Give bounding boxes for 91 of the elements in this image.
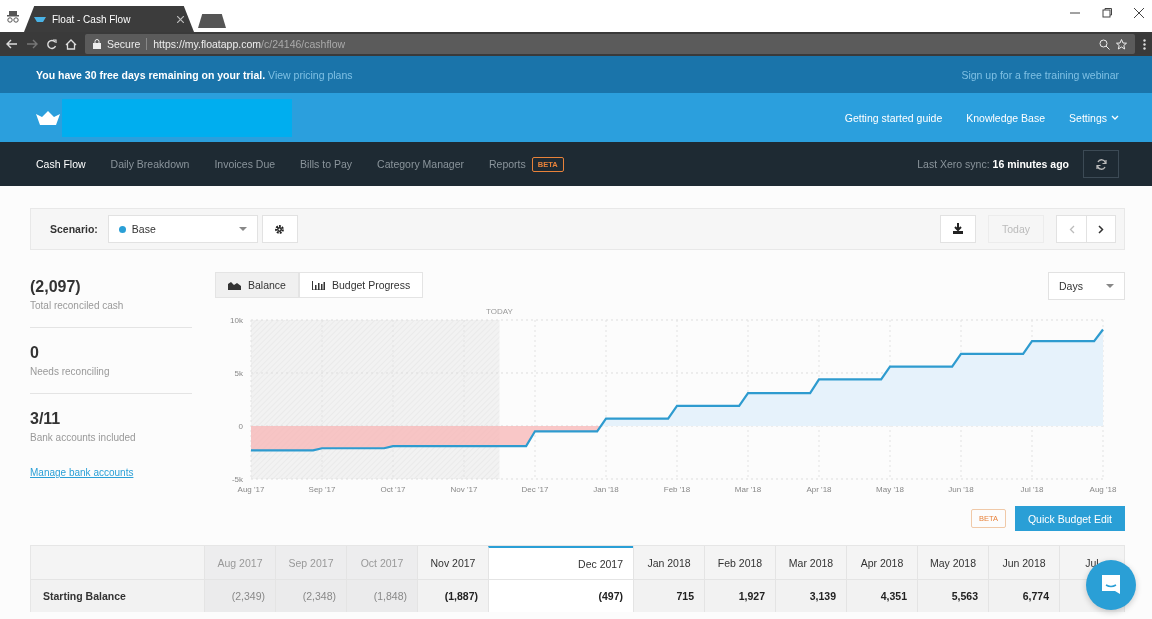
x-axis-label: Aug '17 xyxy=(237,485,265,494)
y-axis-label: -5k xyxy=(231,475,243,484)
today-label: TODAY xyxy=(486,307,513,316)
column-header[interactable]: Nov 2017 xyxy=(417,546,488,579)
star-icon[interactable] xyxy=(1116,38,1127,50)
chevron-left-icon xyxy=(1068,224,1075,234)
download-icon xyxy=(952,223,964,235)
url-text: https://my.floatapp.com/c/24146/cashflow xyxy=(146,38,346,50)
table-cell: 1,927 xyxy=(704,579,775,612)
stat-label: Bank accounts included xyxy=(30,432,137,443)
home-icon[interactable] xyxy=(65,38,77,50)
address-bar[interactable]: Secure https://my.floatapp.com/c/24146/cashflow xyxy=(85,34,1135,54)
table-cell: (1,848) xyxy=(346,579,417,612)
scenario-select[interactable]: Base xyxy=(107,215,258,243)
lock-icon xyxy=(93,39,101,49)
close-icon[interactable] xyxy=(1134,8,1144,18)
y-axis-label: 0 xyxy=(238,422,243,431)
chevron-down-icon xyxy=(1111,115,1119,120)
x-axis-label: Sep '17 xyxy=(308,485,336,494)
period-select[interactable]: Days xyxy=(1048,272,1125,300)
table-cell: 5,563 xyxy=(917,579,988,612)
caret-icon xyxy=(1106,284,1114,288)
browser-tab[interactable]: Float - Cash Flow xyxy=(24,6,194,32)
stat-value: 0 xyxy=(30,344,40,362)
nav-item[interactable]: Bills to Pay xyxy=(300,158,353,170)
y-axis-label: 5k xyxy=(234,369,243,378)
table-cell: (1,887) xyxy=(417,579,488,612)
stat-value: 3/11 xyxy=(30,410,62,428)
sync-button[interactable] xyxy=(1083,150,1119,178)
chat-button[interactable] xyxy=(1086,560,1136,610)
x-axis-label: Nov '17 xyxy=(450,485,478,494)
table-cell: 6,774 xyxy=(988,579,1059,612)
column-header[interactable]: Feb 2018 xyxy=(704,546,775,579)
table-cell: (497) xyxy=(488,579,633,612)
x-axis-label: Mar '18 xyxy=(734,485,762,494)
download-button[interactable] xyxy=(940,215,976,243)
tab-title: Float - Cash Flow xyxy=(52,13,131,25)
settings-button[interactable] xyxy=(261,215,298,243)
trial-message: You have 30 free days remaining on your trial. View pricing plans xyxy=(36,68,353,81)
secure-label: Secure xyxy=(107,38,141,50)
nav-label: Reports xyxy=(489,158,526,170)
chevron-right-icon xyxy=(1098,224,1104,234)
x-axis-label: Dec '17 xyxy=(521,485,549,494)
nav-item[interactable]: Invoices Due xyxy=(214,158,276,170)
restore-icon[interactable] xyxy=(1102,8,1112,18)
chart-tab[interactable]: Budget Progress xyxy=(298,272,424,298)
nav-item[interactable]: Daily Breakdown xyxy=(110,158,190,170)
x-axis-label: Jul '18 xyxy=(1020,485,1044,494)
x-axis-label: Oct '17 xyxy=(380,485,406,494)
nav-item[interactable]: Cash Flow xyxy=(36,158,86,170)
chat-icon xyxy=(1099,573,1123,597)
bar-chart-icon xyxy=(311,280,325,290)
back-arrow-icon[interactable] xyxy=(6,39,18,49)
table-cell: 4,351 xyxy=(846,579,917,612)
forward-arrow-icon[interactable] xyxy=(26,39,38,49)
x-axis-label: Aug '18 xyxy=(1089,485,1117,494)
row-label: Starting Balance xyxy=(31,579,204,612)
y-axis-label: 10k xyxy=(230,316,243,325)
sync-status: Last Xero sync: 16 minutes ago xyxy=(917,158,1069,170)
x-axis-label: May '18 xyxy=(876,485,904,494)
close-icon[interactable] xyxy=(177,15,184,23)
column-header[interactable]: Jan 2018 xyxy=(633,546,704,579)
settings-icon xyxy=(274,223,286,235)
scenario-label: Scenario: xyxy=(50,223,98,235)
column-header[interactable]: Dec 2017 xyxy=(488,546,633,579)
x-axis-label: Jun '18 xyxy=(948,485,974,494)
stat-label: Total reconciled cash xyxy=(30,300,125,311)
table-cell: 715 xyxy=(633,579,704,612)
stat-label: Needs reconciling xyxy=(30,366,111,377)
stat-value: (2,097) xyxy=(30,278,82,296)
x-axis-label: Apr '18 xyxy=(806,485,832,494)
table-cell: (2,349) xyxy=(204,579,275,612)
column-header[interactable]: Mar 2018 xyxy=(775,546,846,579)
zoom-icon[interactable] xyxy=(1099,38,1110,50)
area-chart-icon xyxy=(228,280,241,290)
nav-item[interactable]: Category Manager xyxy=(377,158,464,170)
reload-icon[interactable] xyxy=(46,38,57,50)
refresh-icon xyxy=(1095,158,1107,170)
x-axis-label: Feb '18 xyxy=(663,485,691,494)
column-header[interactable]: Apr 2018 xyxy=(846,546,917,579)
x-axis-label: Jan '18 xyxy=(593,485,619,494)
chart-tab[interactable]: Balance xyxy=(215,272,299,298)
new-tab-button[interactable] xyxy=(198,14,226,28)
column-header[interactable]: May 2018 xyxy=(917,546,988,579)
next-button[interactable] xyxy=(1086,215,1116,243)
column-header[interactable]: Jun 2018 xyxy=(988,546,1059,579)
table-cell: 3,139 xyxy=(775,579,846,612)
caret-icon xyxy=(238,227,247,231)
incognito-icon xyxy=(6,10,20,24)
menu-icon[interactable] xyxy=(1143,38,1146,50)
table-cell: (2,348) xyxy=(275,579,346,612)
